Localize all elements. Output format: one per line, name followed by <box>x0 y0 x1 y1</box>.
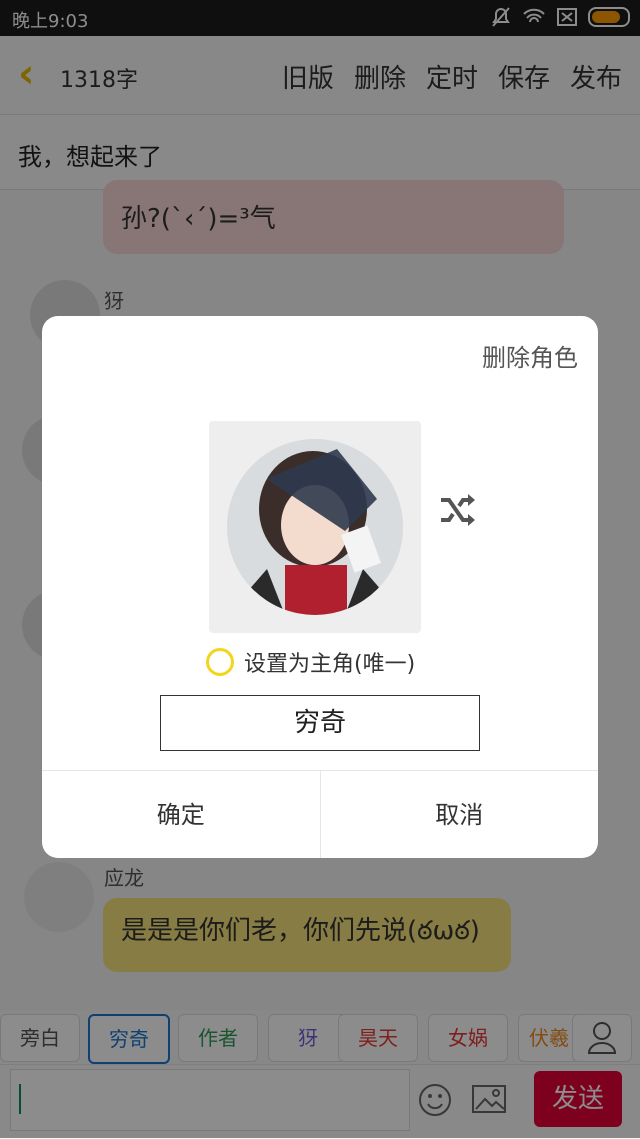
role-avatar <box>227 439 403 615</box>
main-role-option[interactable]: 设置为主角(唯一) <box>206 646 415 678</box>
delete-role-button[interactable]: 删除角色 <box>482 338 578 373</box>
main-role-label: 设置为主角(唯一) <box>244 652 416 677</box>
shuffle-icon[interactable] <box>438 490 478 530</box>
cancel-button[interactable]: 取消 <box>321 771 599 858</box>
dialog-buttons: 确定 取消 <box>42 770 598 858</box>
role-name-input[interactable]: 穷奇 <box>160 695 480 751</box>
avatar-illustration <box>227 439 403 615</box>
role-edit-dialog: 删除角色 设置为主角(唯一) 穷奇 确定 取消 <box>42 316 598 858</box>
radio-circle-icon[interactable] <box>206 648 234 676</box>
confirm-button[interactable]: 确定 <box>42 771 320 858</box>
role-avatar-frame[interactable] <box>209 421 421 633</box>
